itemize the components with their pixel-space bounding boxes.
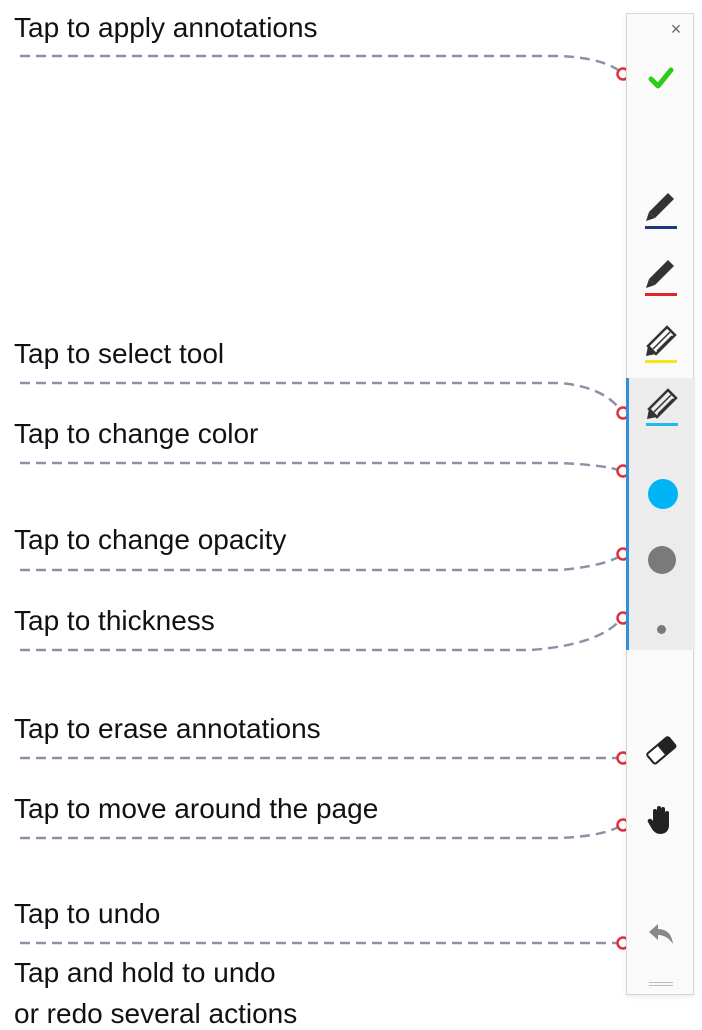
annotation-toolbar: × [626,13,695,995]
close-button[interactable]: × [665,18,687,40]
label-undo-hold-line1: Tap and hold to undo [14,957,276,988]
drag-handle[interactable] [649,980,673,990]
guide-change-opacity [20,553,623,572]
highlighter-tool-yellow[interactable] [641,324,681,368]
eraser-button[interactable] [641,730,681,770]
label-undo: Tap to undo [14,898,161,929]
pen-icon [645,260,677,296]
selected-tool-panel [626,378,695,650]
label-thickness: Tap to thickness [14,605,215,636]
pan-button[interactable] [641,800,681,840]
undo-button[interactable] [641,916,681,956]
pen-icon [645,193,677,229]
thickness-button[interactable] [657,625,666,634]
eraser-icon [646,736,677,765]
label-move-page: Tap to move around the page [14,793,379,824]
label-erase-annotations: Tap to erase annotations [14,713,321,744]
guide-change-color [20,461,623,473]
apply-button[interactable] [643,60,679,96]
label-apply-annotations: Tap to apply annotations [14,12,318,43]
pen-tool-red[interactable] [641,257,681,301]
highlighter-icon [646,388,678,426]
highlighter-icon [645,325,677,363]
checkmark-icon [648,67,674,89]
color-picker-button[interactable] [648,479,678,509]
label-change-color: Tap to change color [14,418,259,449]
label-undo-hold-line2: or redo several actions [14,998,298,1029]
pen-tool-blue[interactable] [641,190,681,234]
label-change-opacity: Tap to change opacity [14,524,287,555]
guide-apply [20,54,623,74]
guide-lines [20,54,630,950]
highlighter-tool-cyan-selected[interactable] [642,387,682,431]
hand-icon [647,806,669,834]
label-select-tool: Tap to select tool [14,338,225,369]
guide-move [20,823,623,840]
undo-icon [649,924,673,944]
guide-select-tool [20,381,624,413]
opacity-button[interactable] [648,546,676,574]
